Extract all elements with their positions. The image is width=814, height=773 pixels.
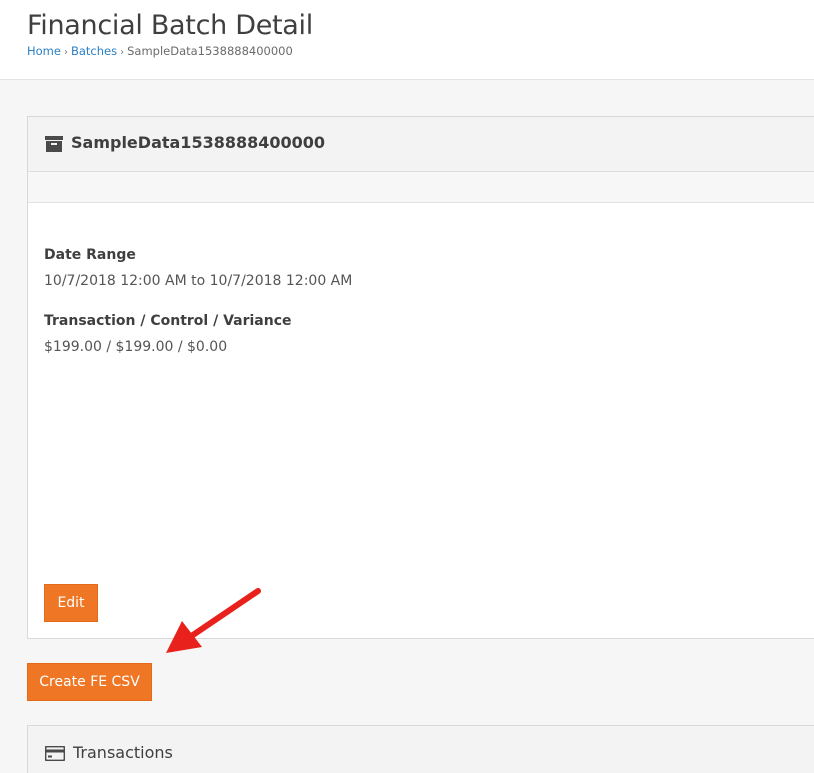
transactions-panel-title: Transactions — [73, 743, 173, 762]
breadcrumb-home[interactable]: Home — [27, 44, 61, 58]
chevron-right-icon: › — [120, 47, 125, 58]
breadcrumb-current: SampleData1538888400000 — [127, 44, 293, 58]
page-title: Financial Batch Detail — [27, 10, 313, 41]
date-range-value: 10/7/2018 12:00 AM to 10/7/2018 12:00 AM — [44, 273, 353, 289]
edit-button[interactable]: Edit — [44, 584, 98, 622]
credit-card-icon — [44, 745, 66, 765]
breadcrumb-batches[interactable]: Batches — [71, 44, 117, 58]
annotation-arrow-icon — [166, 588, 261, 653]
date-range-label: Date Range — [44, 247, 136, 263]
batch-panel-heading: SampleData1538888400000 — [28, 117, 814, 172]
archive-icon — [45, 136, 63, 156]
batch-detail-panel: SampleData1538888400000 Date Range 10/7/… — [27, 116, 814, 639]
chevron-right-icon: › — [63, 47, 68, 58]
breadcrumb: Home › Batches › SampleData1538888400000 — [27, 44, 293, 58]
transactions-panel-heading: Transactions — [28, 726, 814, 773]
batch-panel-subbar — [28, 172, 814, 203]
page-header: Financial Batch Detail Home › Batches › Samp… — [0, 0, 814, 80]
batch-panel-title: SampleData1538888400000 — [71, 133, 326, 152]
totals-value: $199.00 / $199.00 / $0.00 — [44, 339, 228, 355]
totals-label: Transaction / Control / Variance — [44, 313, 292, 329]
create-fe-csv-button[interactable]: Create FE CSV — [27, 663, 152, 701]
transactions-panel: Transactions — [27, 725, 814, 773]
